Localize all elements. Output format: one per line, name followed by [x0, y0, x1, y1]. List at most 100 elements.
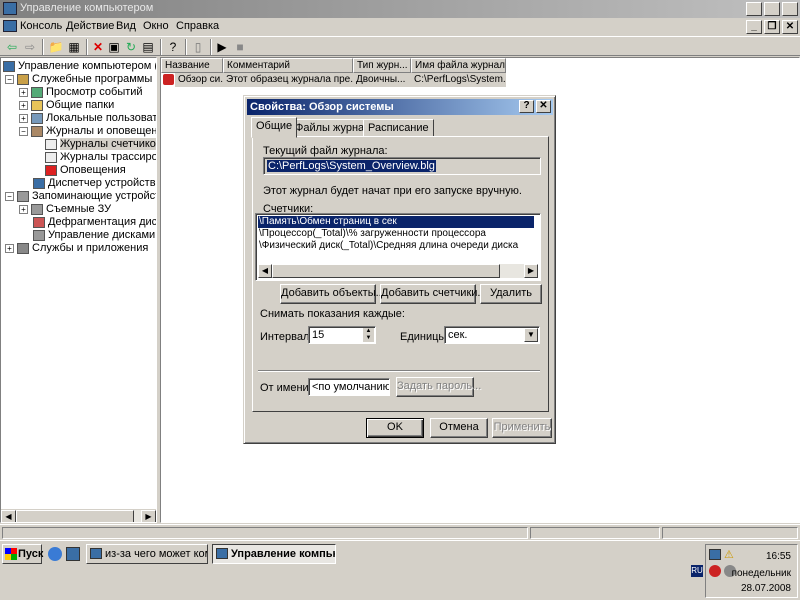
menu-action[interactable]: Действие [66, 20, 114, 32]
tree-item-local-users[interactable]: +Локальные пользователи и [19, 112, 156, 125]
expand-icon: + [5, 243, 14, 253]
spin-arrows-icon[interactable]: ▲ ▼ [363, 328, 374, 342]
menu-window[interactable]: Окно [143, 20, 169, 32]
tree-item-event-viewer[interactable]: + Просмотр событий [19, 86, 143, 99]
console-tree: Управление компьютером (локаль −Служебны… [0, 57, 157, 523]
scroll-thumb[interactable] [272, 264, 500, 278]
counters-horizontal-scrollbar[interactable]: ◀ ▶ [258, 264, 538, 278]
expand-icon: + [19, 204, 28, 214]
tab-schedule[interactable]: Расписание [363, 119, 434, 137]
scroll-thumb[interactable] [16, 510, 134, 522]
log-stopped-icon [163, 74, 174, 85]
column-log-file[interactable]: Имя файла журнала [411, 58, 506, 73]
minimize-button[interactable]: _ [746, 2, 762, 16]
dialog-title: Свойства: Обзор системы [250, 101, 394, 113]
tree-item-services[interactable]: + Службы и приложения [5, 242, 148, 255]
delete-icon[interactable]: ✕ [90, 39, 106, 55]
console-icon[interactable] [3, 20, 17, 32]
security-shield-icon[interactable] [709, 565, 721, 577]
help-icon[interactable]: ? [165, 39, 181, 55]
ok-button[interactable]: OK [366, 418, 424, 438]
scroll-right-icon[interactable]: ▶ [524, 264, 538, 278]
apply-button[interactable]: Применить [492, 418, 552, 438]
dialog-help-button[interactable]: ? [519, 100, 534, 113]
tree-item-system-tools[interactable]: − Служебные программы [5, 73, 152, 86]
tree-item-defrag[interactable]: Дефрагментация диска [33, 216, 156, 229]
start-button[interactable]: Пуск [2, 544, 43, 564]
mdi-minimize-button[interactable]: _ [746, 20, 762, 34]
remove-button[interactable]: Удалить [480, 284, 542, 304]
scroll-left-icon[interactable]: ◀ [1, 510, 16, 522]
tree-item-disk-management[interactable]: Управление дисками [33, 229, 155, 242]
scroll-right-icon[interactable]: ▶ [141, 510, 156, 522]
tree-item-removable-storage[interactable]: + Съемные ЗУ [19, 203, 111, 216]
warning-icon[interactable]: ⚠ [724, 548, 734, 561]
browser-icon [90, 548, 102, 559]
forward-arrow-icon[interactable]: ⇨ [22, 39, 38, 55]
counters-list[interactable]: \Память\Обмен страниц в сек \Процессор(_… [255, 213, 541, 281]
current-file-label: Текущий файл журнала: [263, 145, 388, 157]
system-tray: ⚠ 16:55 понедельник 28.07.2008 [705, 544, 798, 598]
tree-horizontal-scrollbar[interactable]: ◀ ▶ [1, 509, 156, 522]
title-bar[interactable]: Управление компьютером _ ❐ ✕ [0, 0, 800, 18]
sample-label: Снимать показания каждые: [260, 308, 405, 320]
new-log-icon[interactable]: ▯ [190, 39, 206, 55]
tree-item-trace-logs[interactable]: Журналы трассировки [45, 151, 156, 164]
tree-item-storage[interactable]: −Запоминающие устройства [5, 190, 156, 203]
menu-view[interactable]: Вид [116, 20, 136, 32]
dialog-title-bar[interactable]: Свойства: Обзор системы ? ✕ [247, 99, 553, 115]
refresh-icon[interactable]: ↻ [123, 39, 139, 55]
taskbar-item-browser[interactable]: из-за чего может комп ... [86, 544, 208, 564]
taskbar-item-computer-management[interactable]: Управление компью... [212, 544, 336, 564]
close-button[interactable]: ✕ [782, 2, 798, 16]
expand-icon: + [19, 87, 28, 97]
add-counters-button[interactable]: Добавить счетчики... [380, 284, 487, 304]
interval-spinner[interactable]: 15 ▲ ▼ [308, 326, 376, 344]
counter-item[interactable]: \Физический диск(_Total)\Средняя длина о… [258, 240, 519, 252]
column-log-type[interactable]: Тип журн... [353, 58, 411, 73]
show-desktop-icon[interactable] [66, 547, 80, 561]
collapse-icon: − [5, 74, 14, 84]
clock-time[interactable]: 16:55 [766, 551, 791, 562]
back-arrow-icon[interactable]: ⇦ [4, 39, 20, 55]
tree-root[interactable]: Управление компьютером (локаль [3, 60, 156, 73]
set-password-button[interactable]: Задать пароль... [396, 377, 481, 397]
tree-item-counter-logs[interactable]: Журналы счетчиков [45, 138, 156, 151]
dialog-close-button[interactable]: ✕ [536, 100, 551, 113]
browser-icon[interactable] [48, 547, 62, 561]
add-objects-button[interactable]: Добавить объекты... [280, 284, 385, 304]
mdi-close-button[interactable]: ✕ [782, 20, 798, 34]
counter-item[interactable]: \Процессор(_Total)\% загруженности проце… [258, 228, 487, 240]
run-as-field[interactable]: <по умолчанию> [308, 378, 390, 396]
column-comment[interactable]: Комментарий [223, 58, 353, 73]
start-log-icon[interactable]: ▶ [214, 39, 230, 55]
scroll-left-icon[interactable]: ◀ [258, 264, 272, 278]
language-indicator[interactable]: RU [691, 565, 703, 577]
menu-help[interactable]: Справка [176, 20, 219, 32]
event-viewer-icon [31, 86, 43, 98]
column-name[interactable]: Название [161, 58, 223, 73]
windows-logo-icon [5, 548, 17, 560]
show-tree-icon[interactable]: ▦ [66, 39, 82, 55]
export-icon[interactable]: ▤ [140, 39, 156, 55]
tree-item-perf-logs[interactable]: −Журналы и оповещения пр [19, 125, 156, 138]
network-icon[interactable] [709, 549, 721, 560]
current-file-field[interactable]: C:\PerfLogs\System_Overview.blg [263, 157, 541, 175]
mdi-restore-button[interactable]: ❐ [764, 20, 780, 34]
properties-icon[interactable]: ▣ [106, 39, 122, 55]
units-dropdown[interactable]: сек. ▼ [444, 326, 540, 344]
cancel-button[interactable]: Отмена [430, 418, 488, 438]
list-cell-type: Двоичны... [353, 73, 411, 87]
counter-item[interactable]: \Память\Обмен страниц в сек [258, 216, 534, 228]
stop-log-icon[interactable]: ■ [232, 39, 248, 55]
start-note: Этот журнал будет начат при его запуске … [263, 185, 522, 197]
chevron-down-icon[interactable]: ▼ [524, 328, 538, 342]
maximize-button[interactable]: ❐ [764, 2, 780, 16]
tree-item-device-manager[interactable]: Диспетчер устройств [33, 177, 156, 190]
tab-general[interactable]: Общие [251, 117, 298, 138]
perf-logs-icon [31, 125, 43, 137]
tree-item-shared-folders[interactable]: + Общие папки [19, 99, 114, 112]
up-folder-icon[interactable]: 📁 [48, 39, 64, 55]
menu-console[interactable]: Консоль [20, 20, 62, 32]
tree-item-alerts[interactable]: Оповещения [45, 164, 126, 177]
